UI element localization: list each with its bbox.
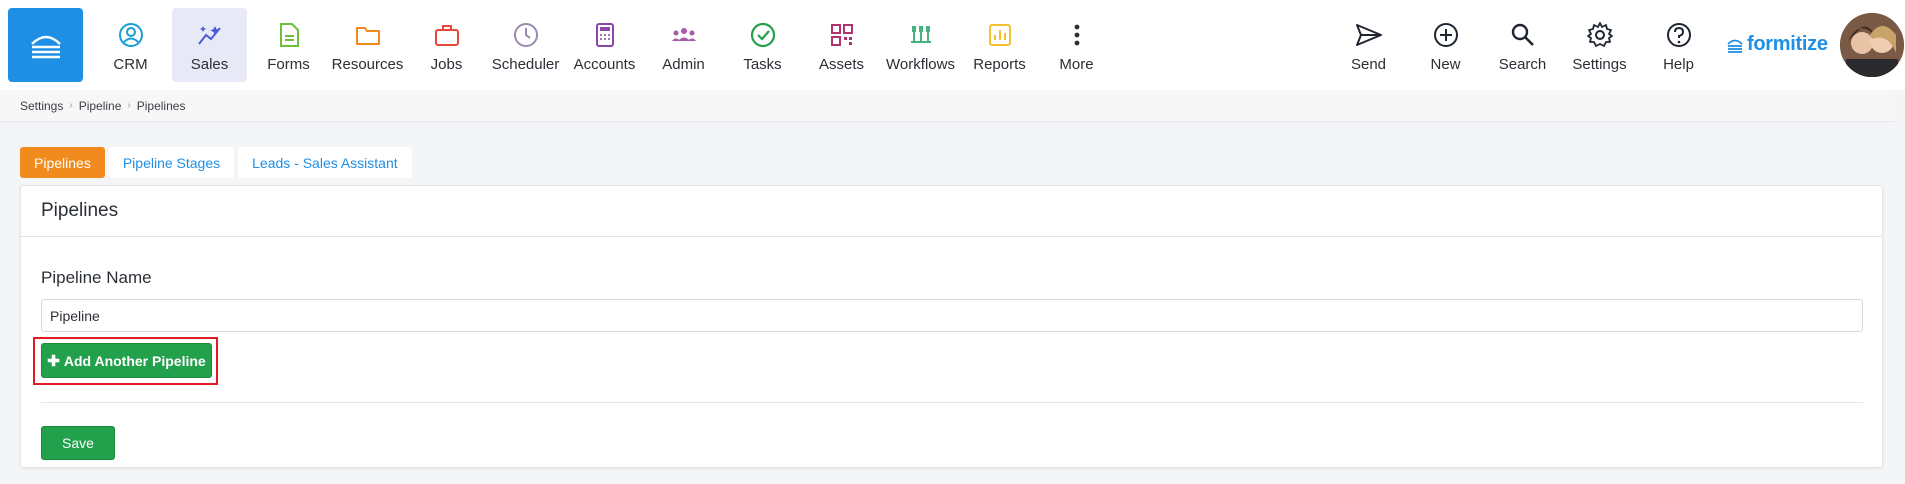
pipeline-name-input[interactable] (41, 299, 1863, 332)
nav-search[interactable]: Search (1485, 8, 1560, 82)
nav-label: Send (1350, 56, 1387, 73)
home-logo-icon (30, 35, 61, 59)
nav-settings[interactable]: Settings (1562, 8, 1637, 82)
reports-icon (988, 24, 1011, 46)
breadcrumb-separator-icon: › (127, 100, 131, 111)
nav-label: More (1059, 56, 1094, 73)
breadcrumb-item-pipeline[interactable]: Pipeline (79, 99, 122, 113)
nav-forms[interactable]: Forms (251, 8, 326, 82)
workflows-icon (910, 26, 931, 43)
tab-pipelines[interactable]: Pipelines (20, 147, 105, 178)
search-icon (1511, 23, 1534, 46)
nav-label: Jobs (430, 56, 463, 73)
nav-label: Reports (973, 56, 1026, 73)
nav-label: Admin (662, 56, 705, 73)
top-navigation: CRM Sales Forms Resources Jobs Scheduler… (0, 0, 1905, 90)
nav-label: Help (1663, 56, 1694, 73)
breadcrumb-item-settings[interactable]: Settings (20, 99, 63, 113)
breadcrumb-item-pipelines: Pipelines (136, 98, 186, 113)
nav-label: New (1430, 56, 1461, 73)
nav-resources[interactable]: Resources (330, 8, 405, 82)
panel-title: Pipelines (21, 186, 1882, 237)
nav-label: Assets (818, 56, 864, 73)
brand-name: formitize (1747, 33, 1828, 55)
breadcrumb-separator-icon: › (69, 100, 73, 111)
brand-logo[interactable]: formitize (1726, 33, 1828, 56)
sales-icon (197, 26, 221, 45)
admin-icon (671, 28, 696, 41)
tasks-icon (750, 22, 775, 48)
accounts-icon (595, 23, 614, 47)
nav-jobs[interactable]: Jobs (409, 8, 484, 82)
pipeline-name-label: Pipeline Name (41, 268, 152, 287)
nav-label: Scheduler (491, 56, 560, 73)
avatar[interactable] (1840, 13, 1904, 77)
nav-label: Settings (1572, 56, 1627, 73)
more-icon (1074, 24, 1079, 46)
settings-icon (1586, 22, 1613, 47)
scheduler-icon (513, 23, 538, 47)
nav-send[interactable]: Send (1331, 8, 1406, 82)
nav-workflows[interactable]: Workflows (883, 8, 958, 82)
add-another-pipeline-button[interactable]: ✚ Add Another Pipeline (41, 343, 212, 378)
forms-icon (279, 23, 299, 47)
plus-icon: ✚ (47, 352, 60, 370)
user-photo-icon (1840, 13, 1904, 77)
nav-reports[interactable]: Reports (962, 8, 1037, 82)
breadcrumb: Settings › Pipeline › Pipelines (0, 90, 1905, 122)
help-icon (1666, 23, 1691, 47)
nav-label: Forms (267, 56, 310, 73)
scrollbar[interactable] (1895, 90, 1905, 484)
nav-label: CRM (113, 56, 148, 73)
save-button[interactable]: Save (41, 426, 115, 460)
pipelines-panel: Pipelines Pipeline Name ✚ Add Another Pi… (20, 185, 1883, 468)
resources-icon (355, 27, 380, 45)
nav-new[interactable]: New (1408, 8, 1483, 82)
nav-scheduler[interactable]: Scheduler (488, 8, 563, 82)
send-icon (1355, 24, 1382, 46)
nav-assets[interactable]: Assets (804, 8, 879, 82)
nav-accounts[interactable]: Accounts (567, 8, 642, 82)
tab-leads-sales-assistant[interactable]: Leads - Sales Assistant (238, 147, 412, 178)
home-button[interactable] (8, 8, 83, 82)
nav-admin[interactable]: Admin (646, 8, 721, 82)
nav-label: Accounts (573, 56, 636, 73)
nav-label: Search (1498, 56, 1547, 73)
assets-icon (830, 24, 853, 46)
nav-label: Workflows (886, 56, 955, 73)
add-button-label: Add Another Pipeline (63, 352, 206, 369)
nav-sales[interactable]: Sales (172, 8, 247, 82)
crm-icon (118, 23, 143, 47)
nav-label: Tasks (743, 56, 782, 73)
formitize-logo-icon (1727, 39, 1743, 53)
nav-more[interactable]: More (1039, 8, 1114, 82)
new-icon (1433, 23, 1458, 47)
jobs-icon (434, 25, 459, 46)
nav-label: Sales (190, 56, 229, 73)
tab-pipeline-stages[interactable]: Pipeline Stages (108, 147, 235, 178)
tab-bar: Pipelines Pipeline Stages Leads - Sales … (20, 147, 412, 178)
nav-tasks[interactable]: Tasks (725, 8, 800, 82)
nav-label: Resources (331, 56, 404, 73)
nav-crm[interactable]: CRM (93, 8, 168, 82)
nav-help[interactable]: Help (1641, 8, 1716, 82)
divider (41, 402, 1863, 403)
